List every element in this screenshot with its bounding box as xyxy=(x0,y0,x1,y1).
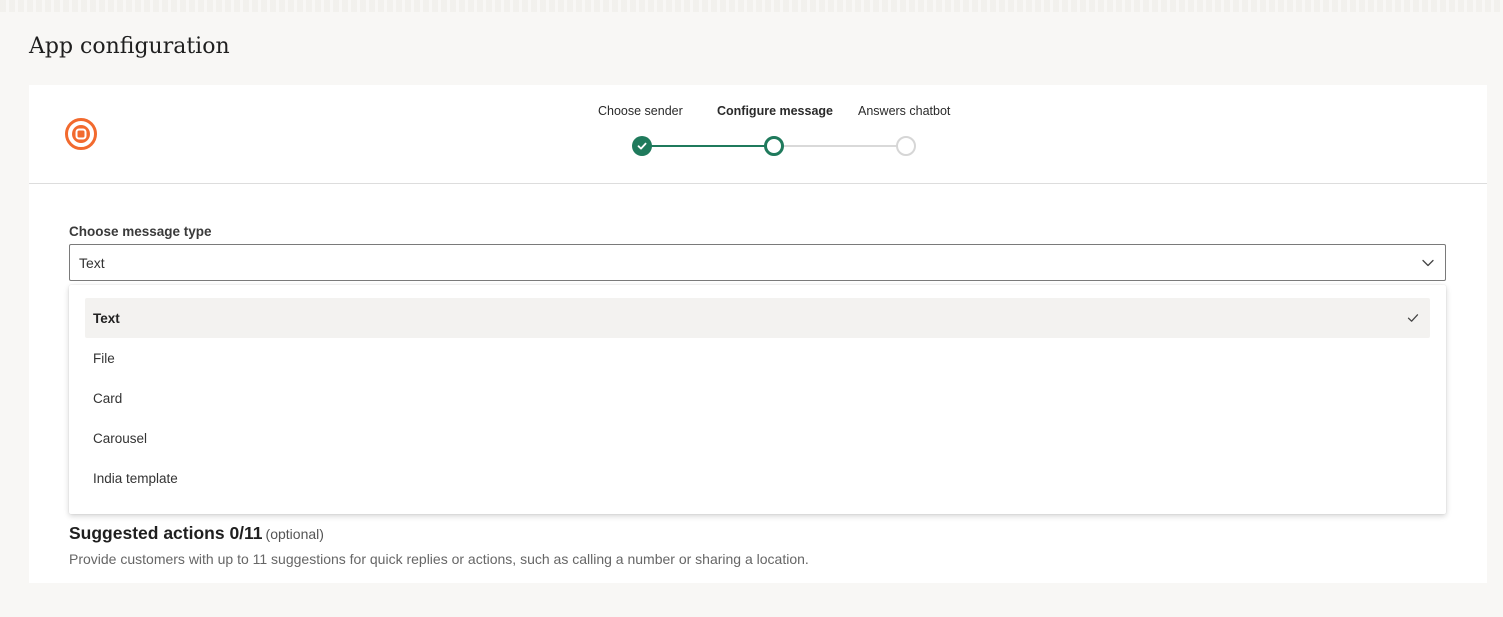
option-label: India template xyxy=(93,470,178,486)
message-type-selected-value: Text xyxy=(79,254,105,271)
option-label: Text xyxy=(93,310,120,326)
check-icon xyxy=(637,142,647,150)
brand-logo-icon xyxy=(65,118,97,150)
stepper-progress-line xyxy=(651,145,773,147)
step-upcoming-dot xyxy=(896,136,916,156)
option-file[interactable]: File xyxy=(85,338,1430,378)
step-label-choose-sender[interactable]: Choose sender xyxy=(598,104,683,118)
option-label: Card xyxy=(93,390,123,406)
step-complete-dot[interactable] xyxy=(632,136,652,156)
message-type-dropdown: Text File Card Carousel India template xyxy=(69,285,1446,514)
suggested-actions-title: Suggested actions 0/11 (optional) xyxy=(69,523,324,544)
option-card[interactable]: Card xyxy=(85,378,1430,418)
config-card: Choose sender Configure message Answers … xyxy=(29,85,1487,583)
message-type-select[interactable]: Text xyxy=(69,244,1446,281)
page-title: App configuration xyxy=(29,34,230,59)
header-divider xyxy=(29,183,1487,184)
option-label: Carousel xyxy=(93,430,148,446)
optional-label: (optional) xyxy=(265,526,324,542)
option-text[interactable]: Text xyxy=(85,298,1430,338)
check-icon xyxy=(1407,314,1419,322)
chevron-down-icon xyxy=(1422,259,1434,267)
step-label-configure-message: Configure message xyxy=(717,104,834,118)
suggested-actions-description: Provide customers with up to 11 suggesti… xyxy=(69,551,809,567)
top-decorative-strip xyxy=(0,0,1503,12)
option-india-template[interactable]: India template xyxy=(85,458,1430,498)
option-label: File xyxy=(93,350,115,366)
option-carousel[interactable]: Carousel xyxy=(85,418,1430,458)
message-type-label: Choose message type xyxy=(69,224,212,239)
step-label-answers-chatbot: Answers chatbot xyxy=(858,104,951,118)
stepper-remaining-line xyxy=(783,145,897,147)
step-current-dot xyxy=(764,136,784,156)
suggested-actions-heading: Suggested actions 0/11 xyxy=(69,523,263,543)
